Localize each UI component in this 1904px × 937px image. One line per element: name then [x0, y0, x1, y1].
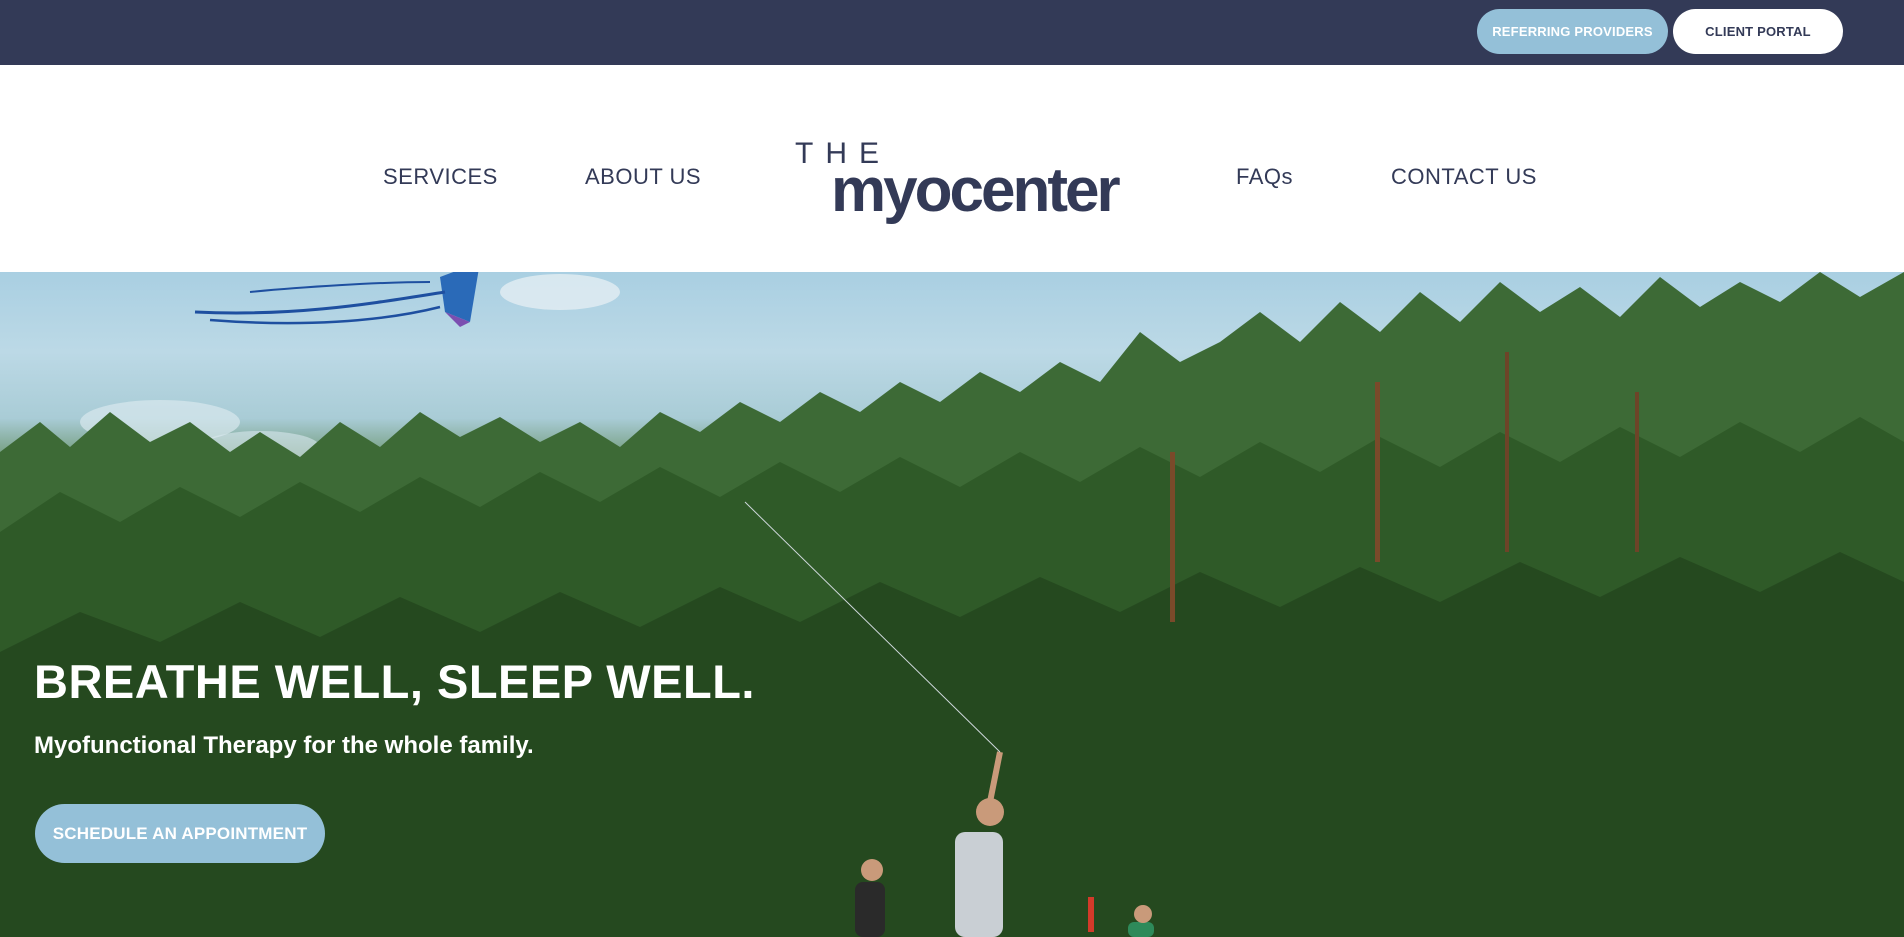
hero-subtitle: Myofunctional Therapy for the whole fami… — [34, 732, 534, 759]
kite-icon — [194, 272, 479, 327]
nav-contact-us-link[interactable]: CONTACT US — [1391, 164, 1537, 190]
schedule-appointment-button[interactable]: SCHEDULE AN APPOINTMENT — [35, 804, 325, 863]
nav-faqs-link[interactable]: FAQs — [1236, 164, 1293, 190]
hero-title: BREATHE WELL, SLEEP WELL. — [34, 655, 755, 708]
nav-services-link[interactable]: SERVICES — [383, 164, 498, 190]
logo-wordmark: myocenter — [831, 156, 1121, 225]
site-header: SERVICES ABOUT US THE myocenter FAQs CON… — [0, 65, 1904, 272]
client-portal-button[interactable]: CLIENT PORTAL — [1673, 9, 1843, 54]
myocenter-logo[interactable]: THE myocenter — [793, 137, 1138, 287]
nav-about-us-link[interactable]: ABOUT US — [585, 164, 701, 190]
top-utility-bar: REFERRING PROVIDERS CLIENT PORTAL — [0, 0, 1904, 65]
hero-section: BREATHE WELL, SLEEP WELL. Myofunctional … — [0, 272, 1904, 937]
referring-providers-button[interactable]: REFERRING PROVIDERS — [1477, 9, 1668, 54]
